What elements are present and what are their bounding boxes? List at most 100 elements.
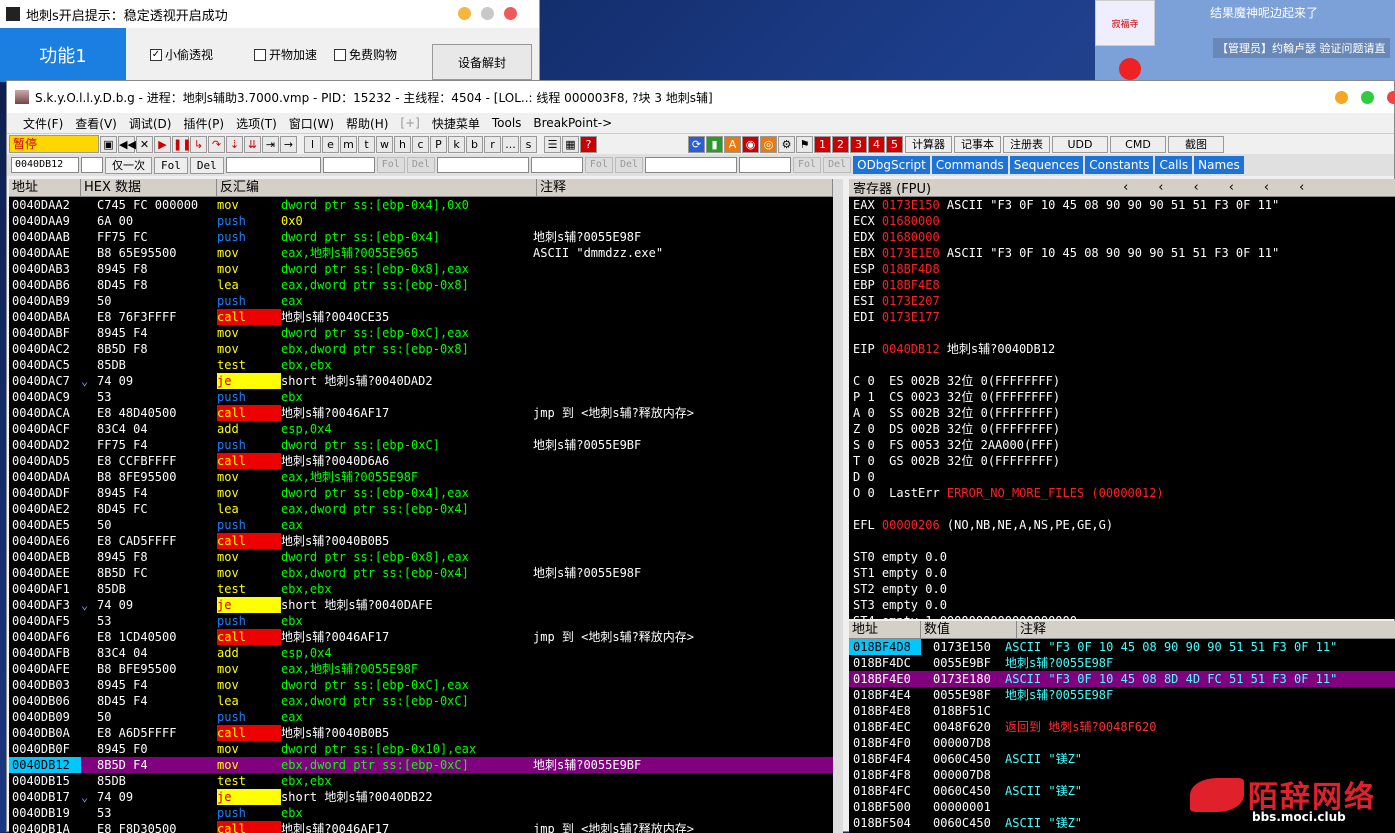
- menu-file[interactable]: 文件(F): [17, 115, 69, 132]
- col-address[interactable]: 地址: [9, 179, 81, 196]
- maximize-dot-icon[interactable]: [481, 7, 494, 20]
- disasm-row[interactable]: 0040DAB6 8D45 F8 lea eax,dword ptr ss:[ebp-…: [9, 277, 833, 293]
- stack-row[interactable]: 018BF4EC 0048F620 返回到 地刺s辅?0048F620: [849, 719, 1395, 735]
- disasm-row[interactable]: 0040DADA B8 8FE95500 mov eax,地刺s辅?0055E98F: [9, 469, 833, 485]
- toolbar-letter-w[interactable]: w: [376, 135, 393, 153]
- disasm-row[interactable]: 0040DAEB 8945 F8 mov dword ptr ss:[ebp-0x8]…: [9, 549, 833, 565]
- checkbox-thief-esp[interactable]: ✓ 小偷透视: [150, 46, 213, 63]
- disasm-row[interactable]: 0040DABF 8945 F4 mov dword ptr ss:[ebp-0xC]…: [9, 325, 833, 341]
- disasm-row[interactable]: 0040DAA2 C745 FC 000000 mov dword ptr ss:[e…: [9, 197, 833, 213]
- disasm-row[interactable]: 0040DAE5 50 push eax: [9, 517, 833, 533]
- register-value[interactable]: 01680000: [882, 214, 940, 228]
- flag-line[interactable]: D 0: [849, 469, 1395, 485]
- chat-app-icon[interactable]: [1119, 58, 1141, 80]
- flag-line[interactable]: A 0 SS 002B 32位 0(FFFFFFFF): [849, 405, 1395, 421]
- disasm-row[interactable]: 0040DAC9 53 push ebx: [9, 389, 833, 405]
- disasm-row[interactable]: 0040DAD5 E8 CCFBFFFF call 地刺s辅?0040D6A6: [9, 453, 833, 469]
- flag-line[interactable]: Z 0 DS 002B 32位 0(FFFFFFFF): [849, 421, 1395, 437]
- command-input-4[interactable]: [530, 157, 583, 173]
- num-button-3[interactable]: 3: [850, 135, 867, 153]
- close-process-icon[interactable]: ✕: [136, 135, 153, 153]
- disasm-row[interactable]: 0040DB15 85DB test ebx,ebx: [9, 773, 833, 789]
- disassembly-scrollbar[interactable]: [833, 179, 843, 833]
- disasm-row[interactable]: 0040DAC7 ⌄ 74 09 je short 地刺s辅?0040DAD2: [9, 373, 833, 389]
- toolbar-letter-ellipsis[interactable]: ...: [502, 135, 519, 153]
- disasm-row[interactable]: 0040DAF1 85DB test ebx,ebx: [9, 581, 833, 597]
- disasm-row[interactable]: 0040DAAE B8 65E95500 mov eax,地刺s辅?0055E965 A…: [9, 245, 833, 261]
- rewind-icon[interactable]: ◀◀: [118, 135, 136, 153]
- disasm-row[interactable]: 0040DAEE 8B5D FC mov ebx,dword ptr ss:[ebp-…: [9, 565, 833, 581]
- disasm-row[interactable]: 0040DAF6 E8 1CD40500 call 地刺s辅?0046AF17 jmp …: [9, 629, 833, 645]
- open-icon[interactable]: ▣: [100, 135, 117, 153]
- toolbar-letter-t[interactable]: t: [358, 135, 375, 153]
- address-input[interactable]: 0040DB12: [11, 157, 79, 173]
- disasm-row[interactable]: 0040DB03 8945 F4 mov dword ptr ss:[ebp-0xC]…: [9, 677, 833, 693]
- plugin-names[interactable]: Names: [1194, 156, 1244, 174]
- disasm-row[interactable]: 0040DACF 83C4 04 add esp,0x4: [9, 421, 833, 437]
- menu-shortcuts[interactable]: 快捷菜单: [426, 115, 486, 132]
- notepad-button[interactable]: 记事本: [954, 135, 1001, 153]
- menu-plugins[interactable]: 插件(P): [177, 115, 230, 132]
- stack-col-address[interactable]: 地址: [849, 621, 921, 638]
- fpu-line[interactable]: ST1 empty 0.0: [849, 565, 1395, 581]
- num-button-4[interactable]: 4: [868, 135, 885, 153]
- disasm-row[interactable]: 0040DADF 8945 F4 mov dword ptr ss:[ebp-0x4]…: [9, 485, 833, 501]
- stack-row[interactable]: 018BF4E8 018BF51C: [849, 703, 1395, 719]
- stack-row[interactable]: 018BF4D8 0173E150 ASCII "F3 0F 10 45 08 90…: [849, 639, 1395, 655]
- toolbar-letter-l[interactable]: l: [304, 135, 321, 153]
- disasm-row[interactable]: 0040DAC5 85DB test ebx,ebx: [9, 357, 833, 373]
- disasm-row[interactable]: 0040DB17 ⌄ 74 09 je short 地刺s辅?0040DB22: [9, 789, 833, 805]
- disasm-row[interactable]: 0040DB09 50 push eax: [9, 709, 833, 725]
- plugin-o-icon[interactable]: ◉: [742, 135, 759, 153]
- register-value[interactable]: 0040DB12: [882, 342, 940, 356]
- delete-button[interactable]: Del: [189, 156, 224, 174]
- col-hex[interactable]: HEX 数据: [81, 179, 217, 196]
- checkbox-free-shop[interactable]: 免费购物: [334, 46, 397, 63]
- register-nav-arrows[interactable]: ‹‹‹‹‹‹: [1123, 180, 1334, 195]
- checkbox-speed[interactable]: 开物加速: [254, 46, 317, 63]
- minimize-dot-icon[interactable]: [458, 7, 471, 20]
- maximize-icon[interactable]: [1361, 91, 1374, 104]
- fpu-line[interactable]: ST4 empty 1.0000000000000000000: [849, 613, 1395, 619]
- plugin-odbgscript[interactable]: ODbgScript: [853, 156, 930, 174]
- trace-into-icon[interactable]: ⇣: [226, 135, 243, 153]
- calculator-button[interactable]: 计算器: [905, 135, 952, 153]
- disasm-row[interactable]: 0040DB19 53 push ebx: [9, 805, 833, 821]
- gear-icon[interactable]: ⚙: [778, 135, 795, 153]
- toolbar-letter-c[interactable]: c: [412, 135, 429, 153]
- menu-tools[interactable]: Tools: [486, 116, 528, 130]
- flag-line[interactable]: S 0 FS 0053 32位 2AA000(FFF): [849, 437, 1395, 453]
- num-button-2[interactable]: 2: [832, 135, 849, 153]
- col-disasm[interactable]: 反汇编: [217, 179, 537, 196]
- stack-row[interactable]: 018BF4DC 0055E9BF 地刺s辅?0055E98F: [849, 655, 1395, 671]
- list-icon[interactable]: ☰: [544, 135, 561, 153]
- fpu-line[interactable]: ST0 empty 0.0: [849, 549, 1395, 565]
- flag-line[interactable]: P 1 CS 0023 32位 0(FFFFFFFF): [849, 389, 1395, 405]
- register-value[interactable]: 0173E207: [882, 294, 940, 308]
- step-over-icon[interactable]: ↷: [208, 135, 225, 153]
- register-value[interactable]: 0173E1E0: [882, 246, 940, 260]
- screenshot-button[interactable]: 截图: [1168, 135, 1224, 153]
- command-input-3[interactable]: [436, 157, 529, 173]
- minimize-icon[interactable]: [1335, 91, 1348, 104]
- plugin-calls[interactable]: Calls: [1155, 156, 1193, 174]
- col-comment[interactable]: 注释: [537, 179, 833, 196]
- register-value[interactable]: 018BF4E8: [882, 278, 940, 292]
- menu-expand[interactable]: [+]: [394, 116, 425, 130]
- plugin-sequences[interactable]: Sequences: [1009, 156, 1084, 174]
- step-into-icon[interactable]: ↳: [190, 135, 207, 153]
- disasm-row[interactable]: 0040DB1A E8 F8D30500 call 地刺s辅?0046AF17 jmp …: [9, 821, 833, 833]
- disasm-row[interactable]: 0040DAE2 8D45 FC lea eax,dword ptr ss:[ebp-…: [9, 501, 833, 517]
- stack-row[interactable]: 018BF4E4 0055E98F 地刺s辅?0055E98F: [849, 687, 1395, 703]
- toolbar-letter-m[interactable]: m: [340, 135, 357, 153]
- menu-view[interactable]: 查看(V): [69, 115, 123, 132]
- flag-line[interactable]: C 0 ES 002B 32位 0(FFFFFFFF): [849, 373, 1395, 389]
- disasm-row[interactable]: 0040DAAB FF75 FC push dword ptr ss:[ebp-0x4…: [9, 229, 833, 245]
- disasm-row[interactable]: 0040DAFB 83C4 04 add esp,0x4: [9, 645, 833, 661]
- disasm-row[interactable]: 0040DAFE B8 BFE95500 mov eax,地刺s辅?0055E98F: [9, 661, 833, 677]
- disasm-row[interactable]: 0040DAE6 E8 CAD5FFFF call 地刺s辅?0040B0B5: [9, 533, 833, 549]
- goto-icon[interactable]: →: [280, 135, 297, 153]
- menu-breakpoint[interactable]: BreakPoint->: [527, 116, 618, 130]
- plugin-commands[interactable]: Commands: [931, 156, 1008, 174]
- command-input-5[interactable]: [645, 157, 737, 173]
